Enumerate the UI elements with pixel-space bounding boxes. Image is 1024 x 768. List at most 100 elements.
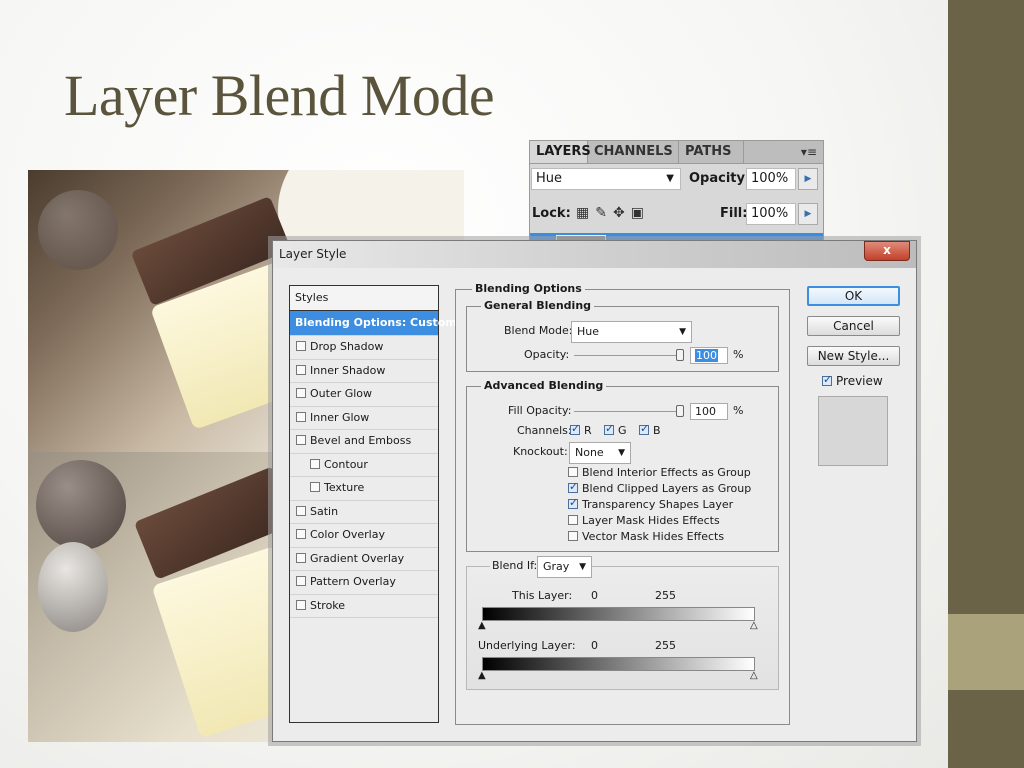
channel-r[interactable]: R: [570, 422, 592, 437]
general-blending-group: General Blending Blend Mode: Hue ▼ Opaci…: [466, 299, 779, 372]
layer-fill-input[interactable]: 100%: [746, 203, 796, 225]
fill-label: Fill:: [720, 206, 748, 221]
close-button[interactable]: x: [864, 241, 910, 261]
bevel-and-emboss-checkbox[interactable]: [296, 435, 306, 445]
blend-mode-label: Blend Mode:: [504, 324, 573, 337]
style-item-label: Texture: [324, 481, 365, 494]
style-item-drop-shadow[interactable]: Drop Shadow: [290, 336, 438, 360]
color-overlay-checkbox[interactable]: [296, 529, 306, 539]
option-blend-clipped-layers[interactable]: Blend Clipped Layers as Group: [568, 480, 751, 495]
channel-b-checkbox[interactable]: [639, 422, 649, 435]
inner-glow-checkbox[interactable]: [296, 411, 306, 422]
style-item-blending-options[interactable]: Blending Options: Custom: [290, 311, 457, 336]
fill-stepper-arrow-icon[interactable]: ▶: [798, 203, 818, 225]
blend-clipped-checkbox[interactable]: [568, 480, 578, 493]
option-vector-mask-hides-effects[interactable]: Vector Mask Hides Effects: [568, 530, 724, 543]
inner-shadow-checkbox[interactable]: [296, 364, 306, 375]
layer-blend-mode-select[interactable]: Hue ▼: [531, 168, 681, 190]
opacity-slider-track[interactable]: [574, 355, 682, 356]
underlying-layer-gradient-bar: [482, 657, 755, 671]
layer-opacity-input[interactable]: 100%: [746, 168, 796, 190]
underlying-black-slider-icon[interactable]: ▲: [478, 671, 486, 681]
lock-transparent-pixels-icon[interactable]: ▦: [576, 205, 595, 221]
option-blend-interior-effects[interactable]: Blend Interior Effects as Group: [568, 466, 751, 479]
vector-mask-hides-checkbox[interactable]: [568, 531, 578, 541]
lock-position-icon[interactable]: ✥: [613, 205, 631, 221]
style-item-inner-glow[interactable]: Inner Glow: [290, 407, 438, 430]
satin-checkbox[interactable]: [296, 505, 306, 516]
style-item-gradient-overlay[interactable]: Gradient Overlay: [290, 548, 438, 571]
slide-title: Layer Blend Mode: [64, 63, 495, 128]
lock-all-icon[interactable]: ▣: [631, 205, 650, 221]
preview-toggle[interactable]: Preview: [822, 373, 883, 388]
layers-panel: LAYERS CHANNELS PATHS ▾≡ Hue ▼ Opacity: …: [529, 140, 824, 252]
tab-layers[interactable]: LAYERS: [530, 141, 591, 163]
opacity-slider-thumb[interactable]: [676, 349, 684, 361]
style-item-bevel-and-emboss[interactable]: Bevel and Emboss: [290, 430, 438, 454]
blend-if-value: Gray: [543, 560, 570, 573]
fill-opacity-slider-thumb[interactable]: [676, 405, 684, 417]
tab-paths[interactable]: PATHS: [679, 141, 744, 163]
new-style-button[interactable]: New Style...: [807, 346, 900, 366]
option-transparency-shapes-layer[interactable]: Transparency Shapes Layer: [568, 496, 733, 511]
dialog-titlebar[interactable]: Layer Style x: [273, 241, 916, 268]
blend-if-select[interactable]: Gray ▼: [537, 556, 592, 578]
preview-checkbox[interactable]: [822, 373, 832, 386]
style-item-contour[interactable]: Contour: [290, 454, 438, 477]
blend-if-group: Blend If: Gray ▼ This Layer: 0 255 ▲ △ U…: [466, 556, 779, 690]
ok-button[interactable]: OK: [807, 286, 900, 306]
cancel-button[interactable]: Cancel: [807, 316, 900, 336]
transparency-shapes-checkbox[interactable]: [568, 496, 578, 509]
style-item-label: Stroke: [310, 598, 346, 612]
style-item-pattern-overlay[interactable]: Pattern Overlay: [290, 571, 438, 595]
panel-menu-icon[interactable]: ▾≡: [801, 141, 817, 163]
lock-image-pixels-icon[interactable]: ✎: [595, 205, 613, 221]
style-item-satin[interactable]: Satin: [290, 501, 438, 524]
opacity-stepper-arrow-icon[interactable]: ▶: [798, 168, 818, 190]
style-item-label: Contour: [324, 457, 368, 471]
option-layer-mask-hides-effects[interactable]: Layer Mask Hides Effects: [568, 514, 720, 527]
advanced-blending-title: Advanced Blending: [481, 379, 607, 392]
this-layer-label: This Layer:: [512, 589, 573, 602]
gradient-overlay-checkbox[interactable]: [296, 552, 306, 563]
style-item-label: Outer Glow: [310, 387, 373, 400]
style-item-label: Blending Options: Custom: [295, 316, 457, 329]
preview-swatch: [818, 396, 888, 466]
blend-mode-select[interactable]: Hue ▼: [571, 321, 692, 343]
knockout-label: Knockout:: [513, 445, 568, 458]
contour-checkbox[interactable]: [310, 458, 320, 469]
tab-channels[interactable]: CHANNELS: [588, 141, 679, 163]
pattern-overlay-checkbox[interactable]: [296, 576, 306, 586]
layer-blend-mode-value: Hue: [536, 171, 563, 186]
style-item-inner-shadow[interactable]: Inner Shadow: [290, 360, 438, 383]
opacity-input[interactable]: 100: [690, 347, 728, 364]
blend-interior-checkbox[interactable]: [568, 467, 578, 477]
layer-mask-hides-checkbox[interactable]: [568, 515, 578, 525]
drop-shadow-checkbox[interactable]: [296, 341, 306, 351]
channel-g-checkbox[interactable]: [604, 422, 614, 435]
lock-icons: ▦✎✥▣: [576, 205, 650, 221]
this-layer-white-slider-icon[interactable]: △: [750, 621, 758, 631]
this-layer-black-slider-icon[interactable]: ▲: [478, 621, 486, 631]
this-layer-gradient-bar: [482, 607, 755, 621]
layer-opacity-label: Opacity:: [689, 171, 751, 186]
stroke-checkbox[interactable]: [296, 599, 306, 610]
blending-options-title: Blending Options: [472, 282, 585, 295]
fill-opacity-input[interactable]: 100: [690, 403, 728, 420]
fill-opacity-unit: %: [733, 404, 744, 417]
style-item-label: Gradient Overlay: [310, 551, 405, 565]
texture-checkbox[interactable]: [310, 482, 320, 492]
style-item-stroke[interactable]: Stroke: [290, 595, 438, 618]
fill-opacity-slider-track[interactable]: [574, 411, 682, 412]
style-item-texture[interactable]: Texture: [290, 477, 438, 501]
style-item-outer-glow[interactable]: Outer Glow: [290, 383, 438, 407]
style-item-color-overlay[interactable]: Color Overlay: [290, 524, 438, 548]
channel-r-checkbox[interactable]: [570, 422, 580, 435]
outer-glow-checkbox[interactable]: [296, 388, 306, 398]
channel-g[interactable]: G: [604, 422, 627, 437]
styles-header[interactable]: Styles: [290, 286, 438, 311]
knockout-select[interactable]: None ▼: [569, 442, 631, 464]
channel-b[interactable]: B: [639, 422, 661, 437]
underlying-white-slider-icon[interactable]: △: [750, 671, 758, 681]
knockout-value: None: [575, 446, 604, 459]
